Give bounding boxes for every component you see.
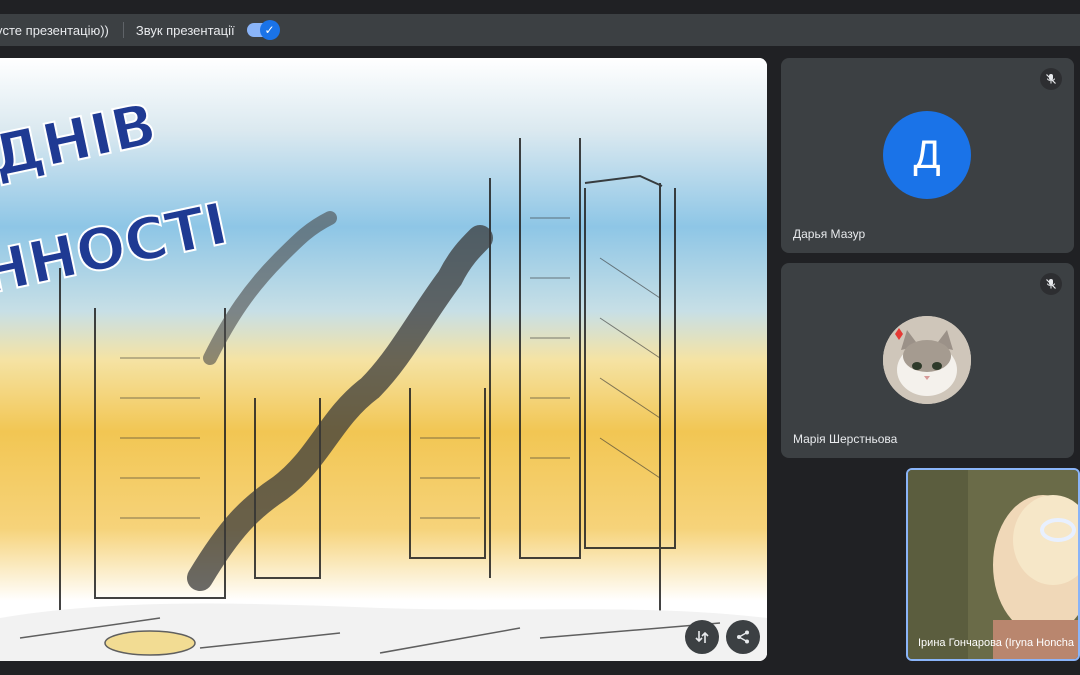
share-icon (737, 630, 749, 644)
swap-icon (695, 631, 709, 643)
self-video-feed (908, 470, 1078, 659)
participant-name: Дарья Мазур (793, 227, 866, 241)
divider (122, 22, 124, 38)
presentation-sound-toggle[interactable]: ✓ (246, 20, 280, 40)
self-view-name: Ірина Гончарова (Iryna Honcha (918, 637, 1075, 649)
stop-presenting-label[interactable]: ycте презентацію)) (0, 23, 109, 38)
top-strip (0, 0, 1080, 14)
cat-avatar-image (883, 316, 971, 404)
participant-tile[interactable]: Марія Шерстньова (781, 263, 1074, 458)
self-view-tile[interactable]: Ірина Гончарова (Iryna Honcha (906, 468, 1080, 661)
presentation-sound-label: Звук презентації (135, 22, 235, 38)
presentation-slide: ДНІВ ННОСТІ (0, 58, 767, 661)
mic-off-icon (1040, 68, 1062, 90)
check-icon: ✓ (259, 20, 280, 40)
slide-illustration: ДНІВ ННОСТІ (0, 58, 767, 661)
swap-layout-button[interactable] (685, 620, 719, 654)
participant-tile[interactable]: Д Дарья Мазур (781, 58, 1074, 253)
presentation-bar: ycте презентацію)) Звук презентації ✓ (0, 14, 1080, 46)
mic-off-icon (1040, 273, 1062, 295)
bottom-strip (0, 661, 1080, 675)
participant-name: Марія Шерстньова (793, 432, 898, 446)
share-button[interactable] (726, 620, 760, 654)
avatar: Д (883, 111, 971, 199)
